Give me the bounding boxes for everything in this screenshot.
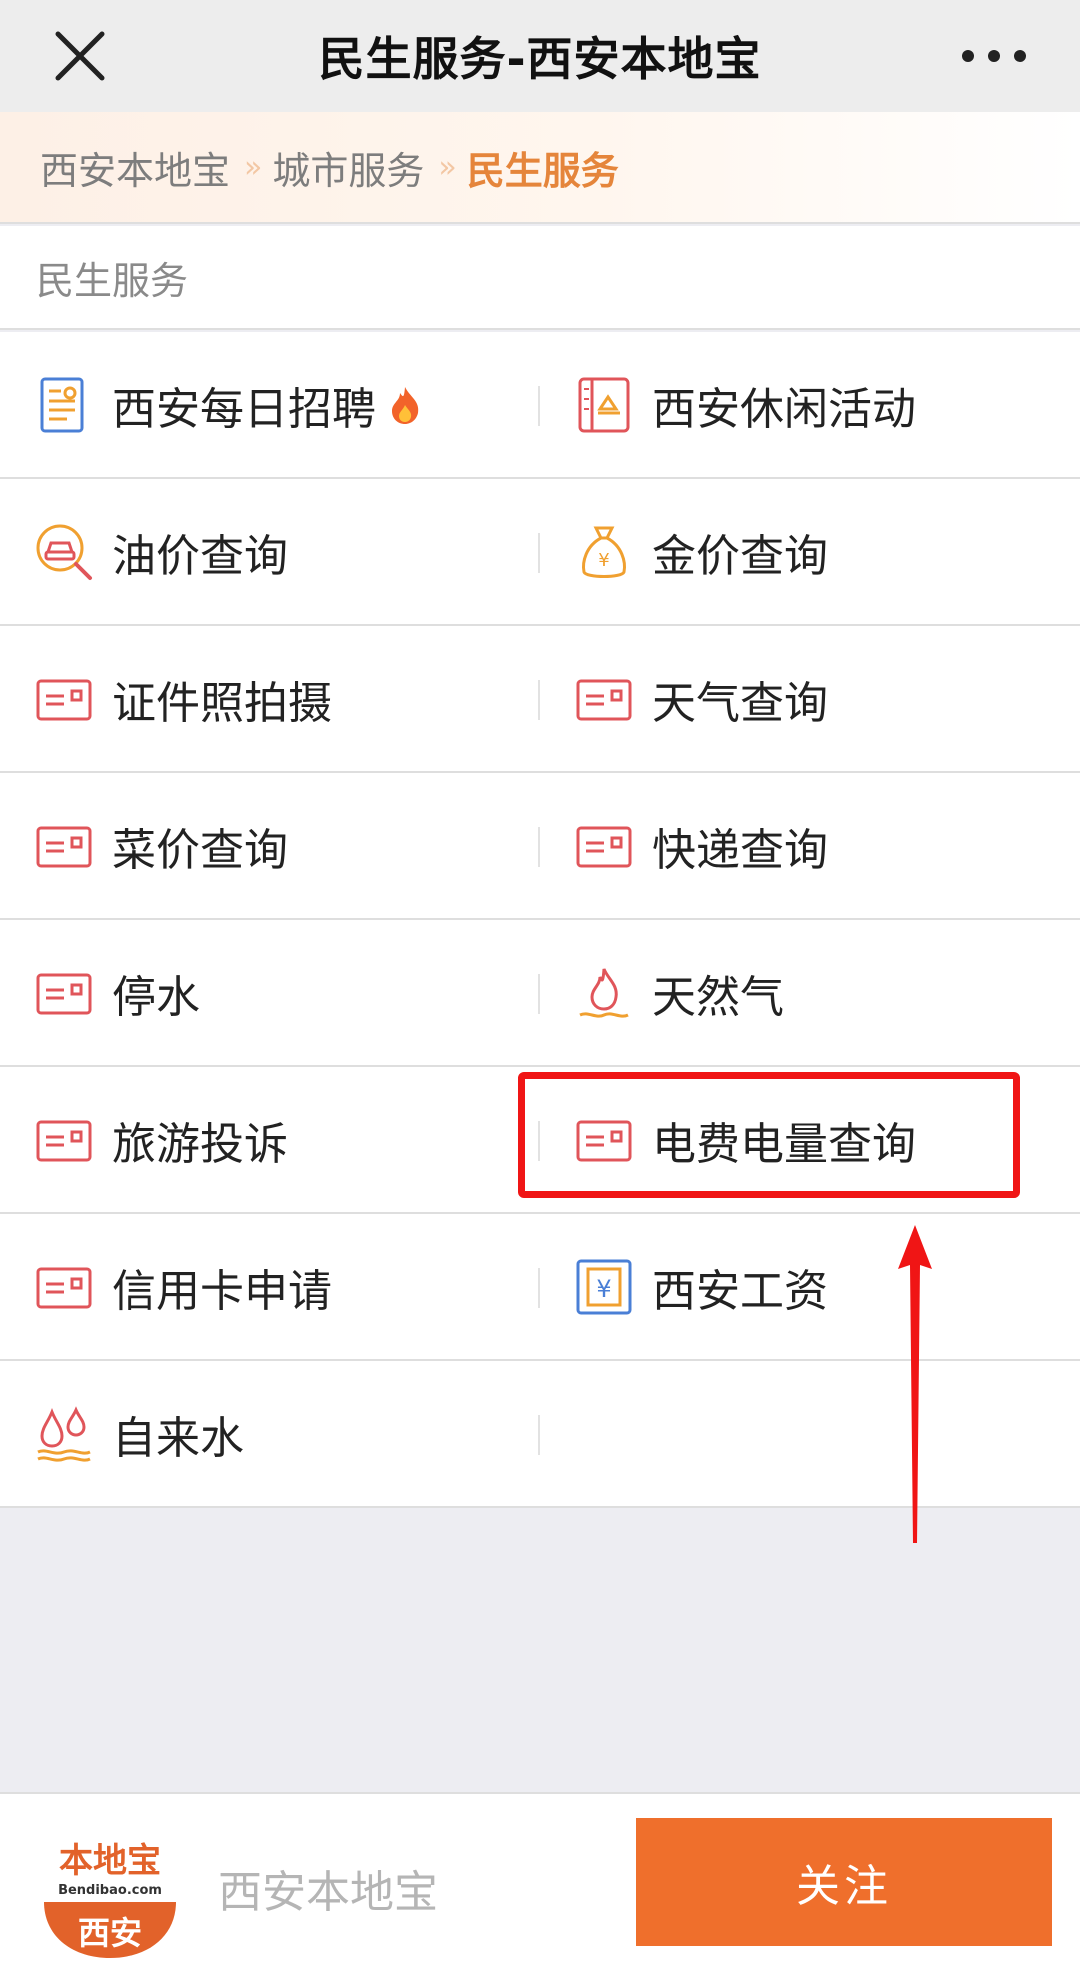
service-item-water-outage[interactable]: 停水 [0, 920, 540, 1065]
service-item-leisure[interactable]: 西安休闲活动 [540, 332, 1080, 477]
service-label: 西安休闲活动 [652, 383, 916, 435]
service-label: 金价查询 [652, 530, 828, 582]
service-label: 自来水 [112, 1412, 244, 1464]
service-label: 证件照拍摄 [112, 677, 332, 729]
service-label: 天气查询 [652, 677, 828, 729]
gas-flame-icon [579, 967, 629, 1018]
card-icon [36, 1267, 92, 1308]
card-icon [36, 826, 92, 867]
card-icon [36, 1120, 92, 1161]
page-title: 民生服务-西安本地宝 [318, 32, 762, 86]
service-label: 信用卡申请 [112, 1265, 332, 1317]
service-item-oil-price[interactable]: 油价查询 [0, 479, 540, 624]
service-item-travel-complaint[interactable]: 旅游投诉 [0, 1067, 540, 1212]
service-item-weather[interactable]: 天气查询 [540, 626, 1080, 771]
service-label: 停水 [112, 971, 200, 1023]
breadcrumb-separator: » [244, 149, 262, 185]
bendibao-logo: 本地宝 Bendibao.com 西安 [36, 1832, 184, 1960]
arrow-up-icon [898, 1225, 932, 1543]
service-item-daily-jobs[interactable]: 西安每日招聘 [0, 332, 540, 477]
section-title: 民生服务 [0, 226, 1080, 330]
highlight-box [518, 1072, 1020, 1198]
card-icon [576, 679, 632, 720]
service-row: 西安每日招聘 西安休闲活动 [0, 332, 1080, 479]
card-icon [36, 973, 92, 1014]
leisure-icon [578, 377, 630, 432]
card-icon [576, 826, 632, 867]
svg-text:¥: ¥ [596, 1275, 611, 1303]
bottom-bar: 本地宝 Bendibao.com 西安 西安本地宝 关注 [0, 1792, 1080, 1976]
service-label: 快递查询 [652, 824, 828, 876]
service-row: 菜价查询 快递查询 [0, 773, 1080, 920]
service-item-salary[interactable]: ¥ 西安工资 [540, 1214, 1080, 1359]
service-row: 停水 天然气 [0, 920, 1080, 1067]
breadcrumb: 西安本地宝 » 城市服务 » 民生服务 [0, 112, 1080, 224]
resume-icon [40, 377, 84, 432]
top-bar: 民生服务-西安本地宝 [0, 0, 1080, 112]
account-name[interactable]: 西安本地宝 [218, 1856, 438, 1920]
service-label: 西安每日招聘 [112, 383, 376, 435]
service-label: 旅游投诉 [112, 1118, 288, 1170]
service-item-tap-water[interactable]: 自来水 [0, 1361, 540, 1506]
service-label: 西安工资 [652, 1265, 828, 1317]
car-search-icon [36, 524, 92, 580]
svg-text:本地宝: 本地宝 [59, 1841, 161, 1881]
money-bag-icon: ¥ [582, 526, 626, 578]
water-drops-icon [37, 1405, 91, 1462]
service-item-gold-price[interactable]: ¥ 金价查询 [540, 479, 1080, 624]
breadcrumb-item-current: 民生服务 [466, 148, 619, 193]
svg-text:¥: ¥ [598, 550, 609, 571]
service-label: 菜价查询 [112, 824, 288, 876]
service-label: 天然气 [652, 971, 784, 1023]
breadcrumb-separator: » [438, 149, 456, 185]
service-item-empty [540, 1361, 1080, 1506]
hot-flame-icon [392, 386, 419, 424]
service-item-vegetable-price[interactable]: 菜价查询 [0, 773, 540, 918]
yen-icon: ¥ [576, 1259, 632, 1314]
breadcrumb-item-home[interactable]: 西安本地宝 [40, 140, 230, 195]
service-row: 证件照拍摄 天气查询 [0, 626, 1080, 773]
service-item-id-photo[interactable]: 证件照拍摄 [0, 626, 540, 771]
follow-button[interactable]: 关注 [636, 1818, 1052, 1946]
svg-text:西安: 西安 [78, 1914, 142, 1952]
more-options-icon[interactable] [954, 26, 1034, 86]
service-label: 油价查询 [112, 530, 288, 582]
breadcrumb-item-city-services[interactable]: 城市服务 [272, 140, 424, 195]
service-item-express[interactable]: 快递查询 [540, 773, 1080, 918]
service-item-credit-card[interactable]: 信用卡申请 [0, 1214, 540, 1359]
svg-text:Bendibao.com: Bendibao.com [58, 1883, 162, 1898]
card-icon [36, 679, 92, 720]
service-row: 油价查询 ¥ 金价查询 [0, 479, 1080, 626]
service-item-natural-gas[interactable]: 天然气 [540, 920, 1080, 1065]
close-icon[interactable] [50, 26, 110, 86]
